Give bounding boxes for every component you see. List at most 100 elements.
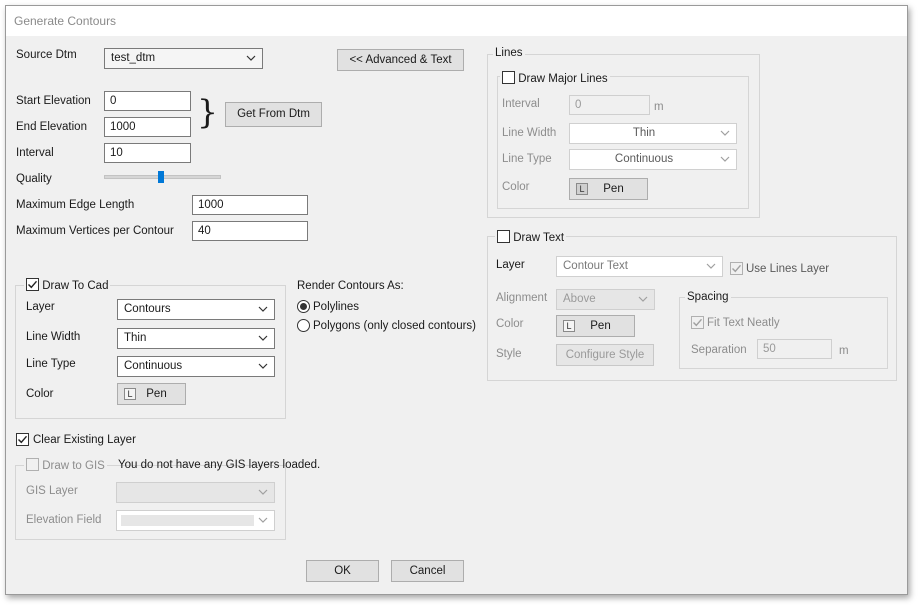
major-line-width-label: Line Width xyxy=(502,127,557,139)
cad-layer-select[interactable]: Contours xyxy=(117,299,275,320)
cad-color-label: Color xyxy=(26,388,54,400)
interval-input[interactable]: 10 xyxy=(104,143,191,163)
polygons-radio[interactable] xyxy=(297,319,310,332)
alignment-label: Alignment xyxy=(496,292,548,304)
advanced-text-button[interactable]: << Advanced & Text xyxy=(337,49,464,71)
fit-text-label: Fit Text Neatly xyxy=(707,317,780,329)
chevron-down-icon xyxy=(720,128,730,138)
radio-dot xyxy=(300,303,307,310)
draw-to-gis-checkbox[interactable] xyxy=(26,458,39,471)
max-vertices-label: Maximum Vertices per Contour xyxy=(16,225,174,237)
cad-line-type-label: Line Type xyxy=(26,358,76,370)
cad-color-value: Pen xyxy=(146,388,167,400)
max-edge-label: Maximum Edge Length xyxy=(16,199,135,211)
cad-color-button[interactable]: L Pen xyxy=(117,383,186,405)
source-dtm-label: Source Dtm xyxy=(16,49,77,61)
elevation-brace: } xyxy=(197,92,218,131)
quality-slider-thumb[interactable] xyxy=(158,171,164,183)
checkmark-icon xyxy=(732,264,742,273)
gis-legend: Draw to GIS xyxy=(24,458,107,472)
cad-layer-value: Contours xyxy=(124,303,171,315)
checkmark-icon xyxy=(693,318,703,327)
render-as-label: Render Contours As: xyxy=(297,280,404,292)
major-color-button[interactable]: L Pen xyxy=(569,178,648,200)
major-interval-input[interactable]: 0 xyxy=(569,95,650,115)
source-dtm-select[interactable]: test_dtm xyxy=(104,48,263,69)
major-color-value: Pen xyxy=(603,183,624,195)
max-edge-input[interactable]: 1000 xyxy=(192,195,308,215)
major-line-type-select[interactable]: Continuous xyxy=(569,149,737,170)
major-line-width-value: Thin xyxy=(632,127,656,139)
source-dtm-value: test_dtm xyxy=(111,52,156,64)
major-line-type-label: Line Type xyxy=(502,153,552,165)
alignment-value: Above xyxy=(563,293,596,305)
end-elevation-label: End Elevation xyxy=(16,121,87,133)
chevron-down-icon xyxy=(258,515,268,525)
polylines-radio[interactable] xyxy=(297,300,310,313)
chevron-down-icon xyxy=(258,333,268,343)
ok-button[interactable]: OK xyxy=(306,560,379,582)
chevron-down-icon xyxy=(258,361,268,371)
configure-style-button[interactable]: Configure Style xyxy=(556,344,654,366)
max-vertices-input[interactable]: 40 xyxy=(192,221,308,241)
gis-layer-label: GIS Layer xyxy=(26,485,78,497)
generate-contours-dialog: Generate Contours Source Dtm test_dtm <<… xyxy=(5,5,908,595)
style-label: Style xyxy=(496,348,522,360)
chevron-down-icon xyxy=(258,487,268,497)
start-elevation-input[interactable]: 0 xyxy=(104,91,191,111)
spacing-legend: Spacing xyxy=(685,291,731,303)
gis-message: You do not have any GIS layers loaded. xyxy=(118,459,321,471)
gis-elevation-select[interactable] xyxy=(116,510,275,531)
major-lines-legend: Draw Major Lines xyxy=(500,71,610,85)
chevron-down-icon xyxy=(720,154,730,164)
chevron-down-icon xyxy=(246,53,256,63)
text-color-label: Color xyxy=(496,318,524,330)
cad-line-type-select[interactable]: Continuous xyxy=(117,356,275,377)
cad-line-width-value: Thin xyxy=(124,332,147,344)
text-color-button[interactable]: L Pen xyxy=(556,315,635,337)
title-bar: Generate Contours xyxy=(6,6,907,36)
text-layer-value: Contour Text xyxy=(563,260,628,272)
separation-unit: m xyxy=(839,345,849,357)
interval-label: Interval xyxy=(16,147,54,159)
use-lines-layer-label: Use Lines Layer xyxy=(746,263,830,275)
draw-to-gis-label: Draw to GIS xyxy=(42,460,105,472)
start-elevation-label: Start Elevation xyxy=(16,95,91,107)
separation-input[interactable]: 50 xyxy=(757,339,832,359)
cad-layer-label: Layer xyxy=(26,301,55,313)
draw-to-cad-checkbox[interactable] xyxy=(26,278,39,291)
polygons-label: Polygons (only closed contours) xyxy=(313,320,476,332)
draw-to-cad-label: Draw To Cad xyxy=(42,280,109,292)
draw-major-lines-label: Draw Major Lines xyxy=(518,73,608,85)
chevron-down-icon xyxy=(258,304,268,314)
draw-text-label: Draw Text xyxy=(513,232,565,244)
text-layer-label: Layer xyxy=(496,259,525,271)
fit-text-checkbox[interactable] xyxy=(691,316,704,329)
major-interval-unit: m xyxy=(654,101,664,113)
draw-major-lines-checkbox[interactable] xyxy=(502,71,515,84)
checkmark-icon xyxy=(18,435,28,444)
alignment-select[interactable]: Above xyxy=(556,289,655,310)
major-interval-label: Interval xyxy=(502,98,540,110)
chevron-down-icon xyxy=(638,294,648,304)
lines-legend: Lines xyxy=(493,47,525,59)
gis-layer-select[interactable] xyxy=(116,482,275,503)
cad-line-width-select[interactable]: Thin xyxy=(117,328,275,349)
polylines-label: Polylines xyxy=(313,301,360,313)
major-line-type-value: Continuous xyxy=(614,153,674,165)
cad-line-type-value: Continuous xyxy=(124,360,183,372)
draw-text-legend: Draw Text xyxy=(495,230,567,244)
major-line-width-select[interactable]: Thin xyxy=(569,123,737,144)
get-from-dtm-button[interactable]: Get From Dtm xyxy=(225,102,322,127)
use-lines-layer-checkbox[interactable] xyxy=(730,262,743,275)
cancel-button[interactable]: Cancel xyxy=(391,560,464,582)
draw-to-cad-legend: Draw To Cad xyxy=(24,278,111,292)
draw-text-checkbox[interactable] xyxy=(497,230,510,243)
checkmark-icon xyxy=(28,280,38,289)
quality-label: Quality xyxy=(16,173,52,185)
separation-label: Separation xyxy=(691,344,747,356)
cad-line-width-label: Line Width xyxy=(26,331,81,343)
end-elevation-input[interactable]: 1000 xyxy=(104,117,191,137)
text-layer-select[interactable]: Contour Text xyxy=(556,256,723,277)
clear-layer-checkbox[interactable] xyxy=(16,433,29,446)
